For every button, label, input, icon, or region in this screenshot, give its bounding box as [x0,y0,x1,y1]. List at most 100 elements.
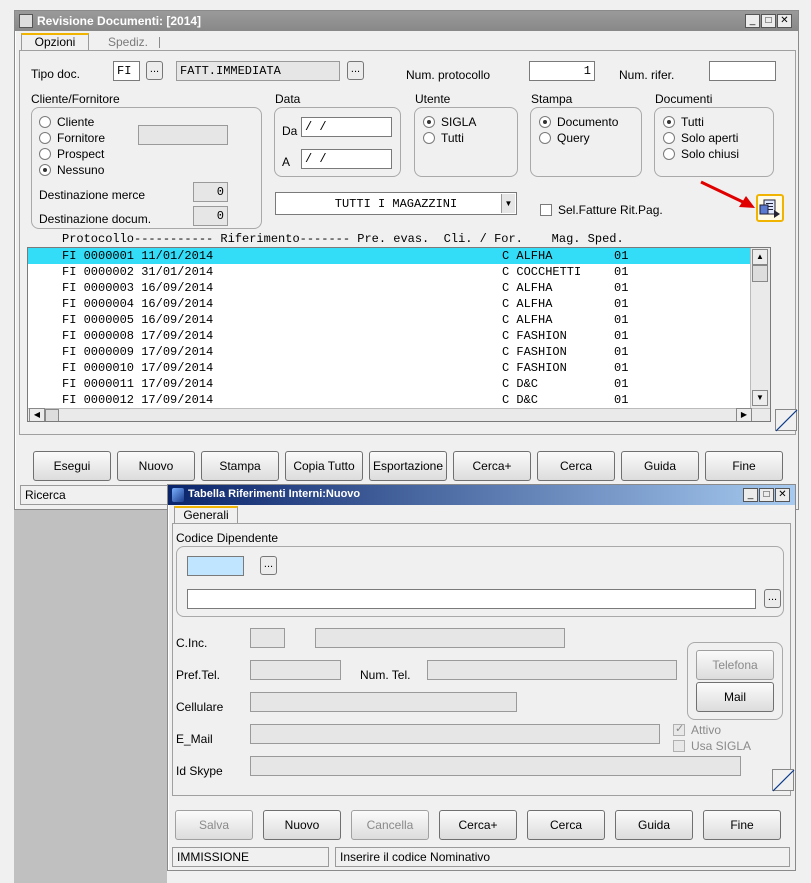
mail-button[interactable]: Mail [696,682,774,712]
row-protocollo: FI 0000001 11/01/2014 [62,249,214,263]
data-da-field[interactable]: / / [301,117,392,137]
cerca-plus-button[interactable]: Cerca+ [453,451,531,481]
tipo-doc-description: FATT.IMMEDIATA [176,61,340,81]
attivo-checkbox[interactable]: Attivo [673,722,721,737]
checkbox-box [540,204,552,216]
minimize-icon[interactable]: _ [745,14,760,28]
magazzini-select[interactable]: TUTTI I MAGAZZINI [275,192,517,215]
table-row[interactable]: FI 0000001 11/01/2014 C ALFHA 01 [28,248,750,264]
radio-solo-aperti[interactable]: Solo aperti [663,131,738,145]
tab-separator [159,37,160,48]
dialog-minimize-icon[interactable]: _ [743,488,758,502]
row-protocollo: FI 0000009 17/09/2014 [62,345,214,359]
cancella-button[interactable]: Cancella [351,810,429,840]
list-hscrollbar[interactable]: ◀ ▶ [28,408,770,421]
hscroll-thumb[interactable] [45,409,59,421]
tipo-doc-lookup-button[interactable]: ... [146,61,163,80]
esegui-button[interactable]: Esegui [33,451,111,481]
radio-label: Query [557,131,590,145]
table-row[interactable]: FI 0000005 16/09/2014 C ALFHA 01 [28,312,750,328]
table-row[interactable]: FI 0000010 17/09/2014 C FASHION 01 [28,360,750,376]
cerca-button[interactable]: Cerca [537,451,615,481]
radio-label: Cliente [57,115,95,129]
table-row[interactable]: FI 0000009 17/09/2014 C FASHION 01 [28,344,750,360]
radio-solo-chiusi[interactable]: Solo chiusi [663,147,739,161]
radio-nessuno[interactable]: Nessuno [39,163,104,177]
nuovo-button[interactable]: Nuovo [117,451,195,481]
pref-tel-label: Pref.Tel. [176,668,221,682]
scroll-right-icon[interactable]: ▶ [736,408,752,421]
table-row[interactable]: FI 0000008 17/09/2014 C FASHION 01 [28,328,750,344]
data-a-field[interactable]: / / [301,149,392,169]
nominativo-lookup-button[interactable]: ... [764,589,781,608]
desktop-background [14,510,167,883]
scroll-left-icon[interactable]: ◀ [29,408,45,421]
dialog-close-icon[interactable]: ✕ [775,488,790,502]
resize-grip-glyph [775,409,798,432]
row-mag: 01 [614,361,629,375]
maximize-icon[interactable]: □ [761,14,776,28]
checkbox-label: Sel.Fatture Rit.Pag. [558,203,663,217]
table-row[interactable]: FI 0000011 17/09/2014 C D&C 01 [28,376,750,392]
nominativo-field[interactable] [187,589,756,609]
table-row[interactable]: FI 0000012 17/09/2014 C D&C 01 [28,392,750,408]
dialog-cerca-button[interactable]: Cerca [527,810,605,840]
num-protocollo-label: Num. protocollo [406,68,491,82]
dialog-resize-grip-icon[interactable] [772,769,795,792]
table-row[interactable]: FI 0000002 31/01/2014 C COCCHETTI 01 [28,264,750,280]
document-list[interactable]: FI 0000001 11/01/2014 C ALFHA 01 FI 0000002… [27,247,771,422]
dialog-fine-button[interactable]: Fine [703,810,781,840]
main-titlebar[interactable]: Revisione Documenti: [2014] _ □ ✕ [15,11,798,31]
radio-dot [423,132,435,144]
main-title: Revisione Documenti: [2014] [37,14,202,28]
list-vscrollbar[interactable]: ▲ ▼ [750,248,770,408]
usa-sigla-checkbox[interactable]: Usa SIGLA [673,739,751,753]
dialog-guida-button[interactable]: Guida [615,810,693,840]
dialog-titlebar[interactable]: Tabella Riferimenti Interni:Nuovo _ □ ✕ [168,485,795,505]
scroll-down-icon[interactable]: ▼ [752,390,768,406]
telefona-button[interactable]: Telefona [696,650,774,680]
num-protocollo-field[interactable]: 1 [529,61,595,81]
tab-opzioni[interactable]: Opzioni [21,33,89,51]
radio-doc-tutti[interactable]: Tutti [663,115,704,129]
row-mag: 01 [614,329,629,343]
radio-fornitore[interactable]: Fornitore [39,131,105,145]
table-row[interactable]: FI 0000004 16/09/2014 C ALFHA 01 [28,296,750,312]
resize-grip-icon[interactable] [775,409,798,432]
fine-button[interactable]: Fine [705,451,783,481]
sel-fatture-checkbox[interactable]: Sel.Fatture Rit.Pag. [540,203,663,217]
export-icon[interactable] [756,194,784,222]
dest-docum-label: Destinazione docum. [39,212,152,226]
esportazione-button[interactable]: Esportazione [369,451,447,481]
radio-cliente[interactable]: Cliente [39,115,94,129]
radio-documento[interactable]: Documento [539,115,618,129]
radio-prospect[interactable]: Prospect [39,147,104,161]
scroll-thumb[interactable] [752,265,768,282]
dialog-window: Tabella Riferimenti Interni:Nuovo _ □ ✕ … [167,484,796,871]
magazzini-dropdown-icon[interactable]: ▼ [501,194,515,213]
table-row[interactable]: FI 0000003 16/09/2014 C ALFHA 01 [28,280,750,296]
radio-query[interactable]: Query [539,131,590,145]
dialog-cerca-plus-button[interactable]: Cerca+ [439,810,517,840]
row-cli-for: C ALFHA [502,297,553,311]
num-rifer-field[interactable] [709,61,776,81]
guida-button[interactable]: Guida [621,451,699,481]
tipo-doc-field[interactable]: FI [113,61,140,81]
radio-utente-tutti[interactable]: Tutti [423,131,464,145]
close-icon[interactable]: ✕ [777,14,792,28]
radio-sigla[interactable]: SIGLA [423,115,476,129]
radio-label: Fornitore [57,131,106,145]
tipo-doc-desc-lookup-button[interactable]: ... [347,61,364,80]
salva-button[interactable]: Salva [175,810,253,840]
tab-generali[interactable]: Generali [174,506,238,524]
copia-tutto-button[interactable]: Copia Tutto [285,451,363,481]
dialog-nuovo-button[interactable]: Nuovo [263,810,341,840]
tab-spediz[interactable]: Spediz. [103,35,153,51]
codice-dipendente-field[interactable] [187,556,244,576]
codice-lookup-button[interactable]: ... [260,556,277,575]
dialog-maximize-icon[interactable]: □ [759,488,774,502]
dest-merce-field: 0 [193,182,228,202]
scroll-up-icon[interactable]: ▲ [752,249,768,265]
stampa-button[interactable]: Stampa [201,451,279,481]
radio-label: SIGLA [441,115,477,129]
